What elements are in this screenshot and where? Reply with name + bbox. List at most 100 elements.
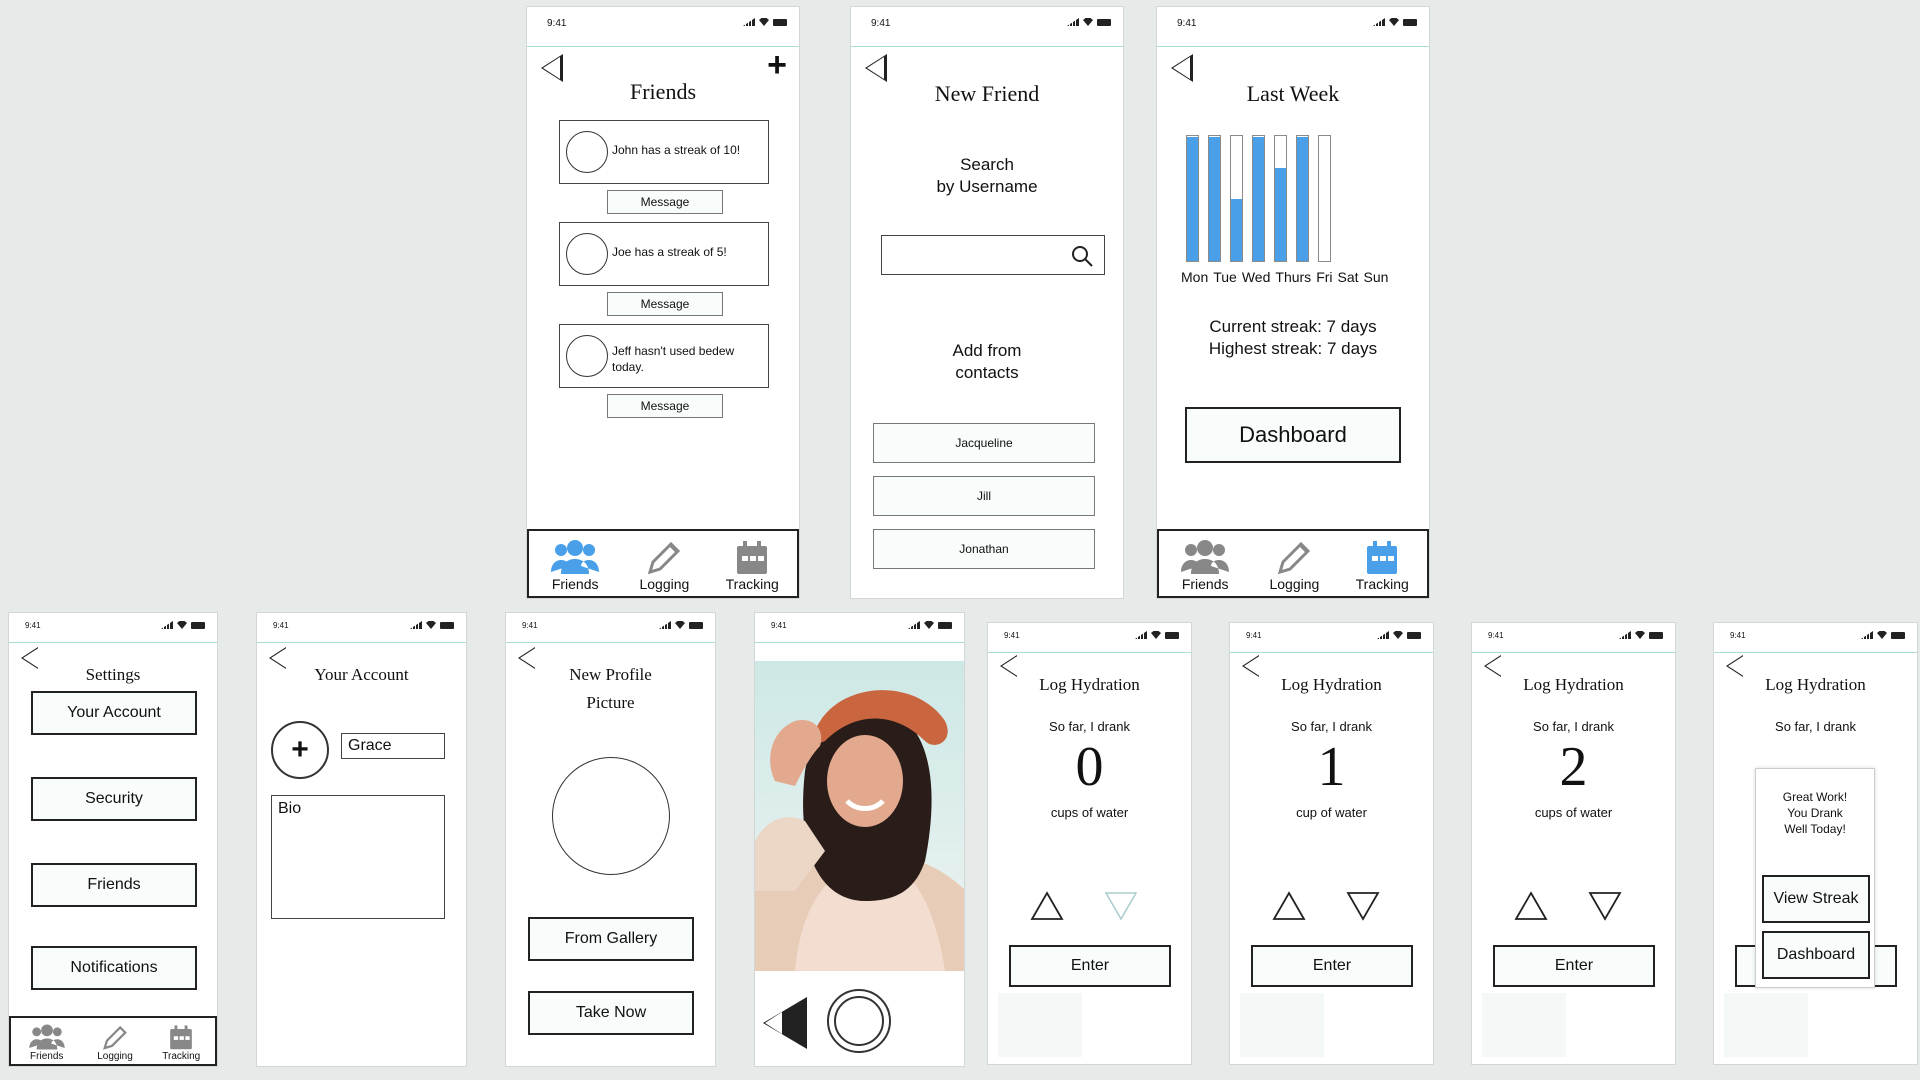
back-icon[interactable] <box>763 997 807 1049</box>
day-label: Sat <box>1337 269 1359 285</box>
nav-tracking[interactable]: Tracking <box>162 1023 200 1064</box>
calendar-icon <box>737 541 768 574</box>
cup-count: 1 <box>1317 736 1346 798</box>
day-bar-fill <box>1297 137 1308 261</box>
back-icon[interactable] <box>541 54 563 82</box>
nav-logging[interactable]: Logging <box>97 1023 133 1064</box>
so-far-label: So far, I drank <box>1049 719 1130 734</box>
friend-card[interactable]: John has a streak of 10! <box>559 120 769 184</box>
so-far-label: So far, I drank <box>1291 719 1372 734</box>
avatar <box>566 335 608 377</box>
page-title: Settings <box>85 665 141 684</box>
dashboard-button[interactable]: Dashboard <box>1185 407 1401 463</box>
friend-status: John has a streak of 10! <box>612 143 741 157</box>
enter-button[interactable]: Enter <box>1009 945 1171 987</box>
avatar <box>566 131 608 173</box>
day-label: Tue <box>1213 269 1237 285</box>
nav-friends[interactable]: Friends <box>547 538 603 596</box>
message-button[interactable]: Message <box>607 190 723 214</box>
friends-icon <box>1181 540 1230 574</box>
settings-security-button[interactable]: Security <box>31 777 197 821</box>
calendar-icon <box>170 1025 193 1050</box>
nav-tracking[interactable]: Tracking <box>1356 538 1409 596</box>
contact-item[interactable]: Jacqueline <box>873 423 1095 463</box>
background-block <box>998 993 1082 1057</box>
enter-button[interactable]: Enter <box>1493 945 1655 987</box>
message-button[interactable]: Message <box>607 394 723 418</box>
bottom-nav: Friends Logging Tracking <box>527 529 799 598</box>
friend-status: Jeff hasn't used bedew today. <box>612 344 735 374</box>
decrement-arrow-icon[interactable] <box>1346 891 1380 921</box>
status-bar: 9:41 <box>851 7 1123 47</box>
back-icon[interactable] <box>1000 655 1019 677</box>
day-bar-sat <box>1296 135 1309 262</box>
contact-item[interactable]: Jonathan <box>873 529 1095 569</box>
page-title-2: Picture <box>586 693 635 712</box>
day-bar-fill <box>1187 137 1198 261</box>
status-bar: 9:41 <box>257 613 466 643</box>
shutter-inner <box>834 996 884 1046</box>
add-friend-icon[interactable]: + <box>767 48 787 82</box>
back-icon[interactable] <box>1726 655 1745 677</box>
message-button[interactable]: Message <box>607 292 723 316</box>
contacts-label-2: contacts <box>955 363 1019 382</box>
name-field[interactable]: Grace <box>341 733 445 759</box>
day-bar-mon <box>1186 135 1199 262</box>
day-label: Thurs <box>1275 269 1312 285</box>
enter-button[interactable]: Enter <box>1251 945 1413 987</box>
pencil-icon <box>1278 541 1311 575</box>
pencil-icon <box>648 541 681 575</box>
friend-card[interactable]: Joe has a streak of 5! <box>559 222 769 286</box>
highest-streak: Highest streak: 7 days <box>1208 339 1378 358</box>
day-bar-thurs <box>1252 135 1265 262</box>
day-bar-wed <box>1230 135 1243 262</box>
dashboard-button[interactable]: Dashboard <box>1762 931 1870 979</box>
friend-card[interactable]: Jeff hasn't used bedew today. <box>559 324 769 388</box>
page-title: Your Account <box>314 665 409 684</box>
week-chart <box>1186 135 1331 262</box>
current-streak: Current streak: 7 days <box>1209 317 1377 336</box>
status-bar: 9:41 <box>527 7 799 47</box>
contacts-label: Add from <box>952 341 1022 360</box>
contact-item[interactable]: Jill <box>873 476 1095 516</box>
nav-logging[interactable]: Logging <box>1269 538 1319 596</box>
search-icon[interactable] <box>1070 244 1094 268</box>
search-label: Search <box>960 155 1014 174</box>
popup-message: Great Work! You Drank Well Today! <box>1782 790 1848 836</box>
log-hydration-screen: 9:41 Log Hydration So far, I drank 0 cup… <box>987 622 1192 1065</box>
increment-arrow-icon[interactable] <box>1030 891 1064 921</box>
friends-icon <box>29 1024 65 1050</box>
decrement-arrow-icon[interactable] <box>1104 891 1138 921</box>
settings-notifications-button[interactable]: Notifications <box>31 946 197 990</box>
pencil-icon <box>103 1025 127 1050</box>
page-title: Log Hydration <box>1523 675 1624 694</box>
settings-your-account-button[interactable]: Your Account <box>31 691 197 735</box>
day-label: Wed <box>1241 269 1271 285</box>
nav-logging[interactable]: Logging <box>639 538 689 596</box>
nav-friends[interactable]: Friends <box>26 1023 68 1064</box>
settings-friends-button[interactable]: Friends <box>31 863 197 907</box>
back-icon[interactable] <box>1484 655 1503 677</box>
back-icon[interactable] <box>1242 655 1261 677</box>
increment-arrow-icon[interactable] <box>1514 891 1548 921</box>
add-photo-button[interactable]: + <box>271 721 329 779</box>
nav-friends[interactable]: Friends <box>1177 538 1233 596</box>
nav-tracking[interactable]: Tracking <box>726 538 779 596</box>
from-gallery-button[interactable]: From Gallery <box>528 917 694 961</box>
friends-screen: 9:41 + Friends John has a streak of 10! … <box>526 6 800 599</box>
bottom-nav: Friends Logging Tracking <box>1157 529 1429 598</box>
cups-unit: cup of water <box>1296 805 1367 820</box>
status-bar: 9:41 <box>1230 623 1433 653</box>
cup-count: 2 <box>1559 736 1588 798</box>
friends-icon <box>551 540 600 574</box>
take-now-button[interactable]: Take Now <box>528 991 694 1035</box>
decrement-arrow-icon[interactable] <box>1588 891 1622 921</box>
increment-arrow-icon[interactable] <box>1272 891 1306 921</box>
bio-field[interactable]: Bio <box>271 795 445 919</box>
day-bar-fill <box>1275 168 1286 261</box>
back-icon[interactable] <box>1171 54 1193 82</box>
search-input[interactable] <box>881 235 1105 275</box>
back-icon[interactable] <box>865 54 887 82</box>
shutter-button[interactable] <box>827 989 891 1053</box>
view-streak-button[interactable]: View Streak <box>1762 875 1870 923</box>
